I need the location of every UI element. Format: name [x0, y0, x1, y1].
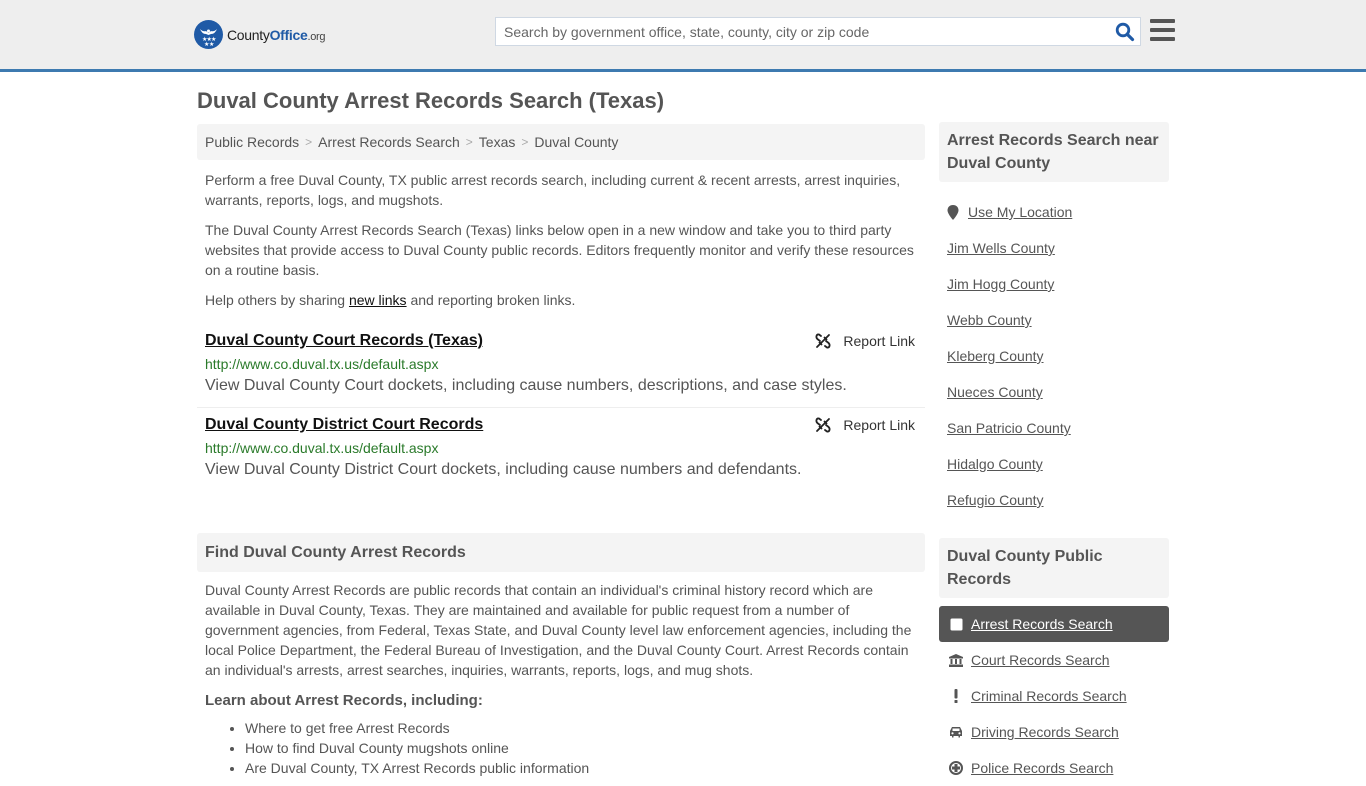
hamburger-menu-button[interactable] [1150, 19, 1175, 41]
intro-help-text-end: and reporting broken links. [406, 292, 576, 308]
intro-text: Perform a free Duval County, TX public a… [197, 170, 925, 310]
breadcrumb-public-records[interactable]: Public Records [205, 134, 299, 150]
nearby-county-link[interactable]: Jim Wells County [947, 240, 1055, 256]
record-link-description: View Duval County District Court dockets… [205, 461, 802, 478]
court-records-search-link[interactable]: Court Records Search [971, 652, 1110, 668]
main-content: Public Records > Arrest Records Search >… [197, 124, 925, 778]
exclamation-icon [949, 689, 963, 703]
nearby-county-link[interactable]: Webb County [947, 312, 1032, 328]
menu-bar [1150, 28, 1175, 32]
nearby-county-item: Webb County [939, 302, 1169, 338]
nearby-county-item: Hidalgo County [939, 446, 1169, 482]
report-link-label: Report Link [843, 417, 915, 433]
menu-bar [1150, 19, 1175, 23]
nearby-county-item: Kleberg County [939, 338, 1169, 374]
site-header: ★ ★ ★ ★ ★ CountyOffice.org [0, 0, 1366, 72]
nearby-county-link[interactable]: Hidalgo County [947, 456, 1043, 472]
record-link-item: Duval County District Court Records Repo… [197, 408, 925, 491]
record-link-url: http://www.co.duval.tx.us/default.aspx [205, 356, 439, 372]
learn-about-item: Are Duval County, TX Arrest Records publ… [245, 758, 917, 778]
intro-paragraph-2: The Duval County Arrest Records Search (… [205, 222, 914, 278]
nearby-county-item: Nueces County [939, 374, 1169, 410]
menu-bar [1150, 37, 1175, 41]
car-icon [949, 725, 963, 739]
nearby-county-item: Jim Hogg County [939, 266, 1169, 302]
public-records-item-police: Police Records Search [939, 750, 1169, 786]
site-logo[interactable]: ★ ★ ★ ★ ★ CountyOffice.org [194, 20, 326, 49]
record-link-title[interactable]: Duval County District Court Records [205, 414, 483, 436]
public-records-item-court: Court Records Search [939, 642, 1169, 678]
public-records-item-arrest: Arrest Records Search [939, 606, 1169, 642]
svg-text:★: ★ [209, 41, 214, 48]
find-records-paragraph: Duval County Arrest Records are public r… [205, 582, 912, 678]
nearby-list: Use My Location Jim Wells County Jim Hog… [939, 194, 1169, 518]
nearby-county-item: San Patricio County [939, 410, 1169, 446]
intro-paragraph-3: Help others by sharing new links and rep… [205, 290, 917, 310]
new-links-link[interactable]: new links [349, 292, 407, 308]
use-my-location-item: Use My Location [939, 194, 1169, 230]
breadcrumb-separator: > [465, 135, 473, 149]
record-link-description: View Duval County Court dockets, includi… [205, 377, 847, 394]
learn-about-item: How to find Duval County mugshots online [245, 738, 917, 758]
nearby-county-link[interactable]: Refugio County [947, 492, 1044, 508]
public-records-list: Arrest Records Search Court Records Sear… [939, 606, 1169, 786]
learn-about-heading: Learn about Arrest Records, including: [205, 692, 483, 709]
find-records-body: Duval County Arrest Records are public r… [197, 580, 925, 778]
logo-text: CountyOffice.org [227, 26, 326, 43]
map-marker-icon [947, 204, 959, 220]
page-title: Duval County Arrest Records Search (Texa… [197, 88, 665, 113]
breadcrumb-duval-county[interactable]: Duval County [534, 134, 618, 150]
intro-help-text: Help others by sharing [205, 292, 349, 308]
public-records-item-driving: Driving Records Search [939, 714, 1169, 750]
breadcrumb: Public Records > Arrest Records Search >… [197, 124, 925, 160]
breadcrumb-arrest-records-search[interactable]: Arrest Records Search [318, 134, 460, 150]
arrest-records-search-link[interactable]: Arrest Records Search [971, 616, 1113, 632]
intro-paragraph-1: Perform a free Duval County, TX public a… [205, 172, 901, 208]
police-badge-icon [949, 761, 963, 775]
search-input[interactable] [496, 18, 1096, 45]
nearby-county-item: Jim Wells County [939, 230, 1169, 266]
search-icon [1115, 22, 1135, 42]
search-button[interactable] [1115, 22, 1135, 42]
public-records-heading: Duval County Public Records [939, 538, 1169, 598]
police-records-search-link[interactable]: Police Records Search [971, 760, 1113, 776]
public-records-item-criminal: Criminal Records Search [939, 678, 1169, 714]
nearby-county-link[interactable]: Kleberg County [947, 348, 1044, 364]
broken-link-icon [815, 333, 831, 349]
breadcrumb-texas[interactable]: Texas [479, 134, 516, 150]
logo-text-office: Office [269, 26, 308, 43]
nearby-county-item: Refugio County [939, 482, 1169, 518]
nearby-county-link[interactable]: San Patricio County [947, 420, 1071, 436]
report-link-button[interactable]: Report Link [815, 333, 915, 349]
logo-text-org: .org [307, 30, 326, 43]
record-link-title[interactable]: Duval County Court Records (Texas) [205, 330, 483, 352]
learn-about-item: Where to get free Arrest Records [245, 718, 917, 738]
square-icon [949, 617, 963, 631]
driving-records-search-link[interactable]: Driving Records Search [971, 724, 1119, 740]
logo-text-county: County [227, 26, 270, 43]
search-box [495, 17, 1141, 46]
breadcrumb-separator: > [305, 135, 313, 149]
nearby-county-link[interactable]: Nueces County [947, 384, 1043, 400]
breadcrumb-separator: > [521, 135, 529, 149]
find-records-heading: Find Duval County Arrest Records [197, 533, 925, 572]
nearby-county-link[interactable]: Jim Hogg County [947, 276, 1054, 292]
record-link-url: http://www.co.duval.tx.us/default.aspx [205, 440, 439, 456]
report-link-button[interactable]: Report Link [815, 417, 915, 433]
report-link-label: Report Link [843, 333, 915, 349]
broken-link-icon [815, 417, 831, 433]
eagle-logo-icon: ★ ★ ★ ★ ★ [194, 20, 223, 49]
record-link-item: Duval County Court Records (Texas) Repor… [197, 324, 925, 408]
learn-about-list: Where to get free Arrest Records How to … [205, 718, 917, 778]
nearby-heading: Arrest Records Search near Duval County [939, 122, 1169, 182]
criminal-records-search-link[interactable]: Criminal Records Search [971, 688, 1127, 704]
courthouse-icon [949, 653, 963, 667]
sidebar: Arrest Records Search near Duval County … [939, 122, 1169, 786]
use-my-location-link[interactable]: Use My Location [968, 204, 1072, 220]
